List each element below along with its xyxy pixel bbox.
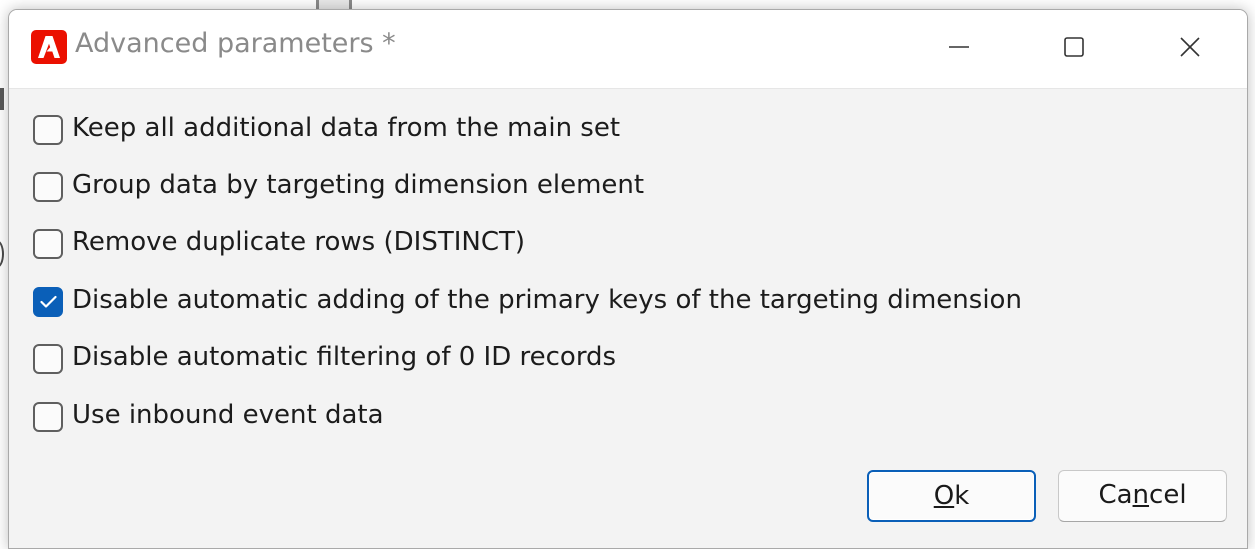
option-use-inbound-event-data[interactable]: Use inbound event data [31, 397, 1131, 437]
option-remove-duplicates[interactable]: Remove duplicate rows (DISTINCT) [31, 224, 1131, 264]
background-edge-circle [0, 240, 4, 268]
option-label: Use inbound event data [72, 400, 384, 430]
advanced-parameters-dialog: Advanced parameters * Keep all additiona… [8, 9, 1248, 549]
checkmark-icon [40, 295, 57, 308]
adobe-icon [31, 30, 67, 64]
cancel-label-start: Ca [1098, 480, 1133, 510]
checkbox[interactable] [33, 402, 63, 432]
option-keep-additional-data[interactable]: Keep all additional data from the main s… [31, 110, 1131, 150]
ok-label-rest: k [954, 481, 970, 511]
background-edge [0, 88, 4, 110]
minimize-button[interactable] [914, 20, 1004, 74]
checkbox[interactable] [33, 344, 63, 374]
option-label: Keep all additional data from the main s… [72, 113, 621, 143]
window-title: Advanced parameters * [75, 28, 396, 59]
cancel-label-end: cel [1149, 480, 1187, 510]
option-disable-zero-id-filtering[interactable]: Disable automatic filtering of 0 ID reco… [31, 339, 1131, 379]
close-icon [1180, 37, 1200, 57]
checkbox[interactable] [33, 115, 63, 145]
minimize-icon [949, 46, 969, 48]
option-disable-primary-keys[interactable]: Disable automatic adding of the primary … [31, 282, 1131, 322]
option-group-data[interactable]: Group data by targeting dimension elemen… [31, 167, 1131, 207]
checkbox[interactable] [33, 229, 63, 259]
checkbox-checked[interactable] [33, 287, 63, 317]
cancel-mnemonic: n [1132, 480, 1150, 510]
maximize-button[interactable] [1029, 20, 1119, 74]
option-label: Remove duplicate rows (DISTINCT) [72, 227, 526, 257]
option-label: Group data by targeting dimension elemen… [72, 170, 645, 200]
title-bar[interactable]: Advanced parameters * [9, 10, 1247, 89]
checkbox[interactable] [33, 172, 63, 202]
close-button[interactable] [1145, 20, 1235, 74]
cancel-button[interactable]: Cancel [1058, 470, 1227, 522]
option-label: Disable automatic adding of the primary … [72, 285, 1022, 315]
maximize-icon [1064, 37, 1084, 57]
ok-button[interactable]: Ok [867, 470, 1036, 522]
option-label: Disable automatic filtering of 0 ID reco… [72, 342, 617, 372]
ok-mnemonic: O [933, 481, 955, 511]
